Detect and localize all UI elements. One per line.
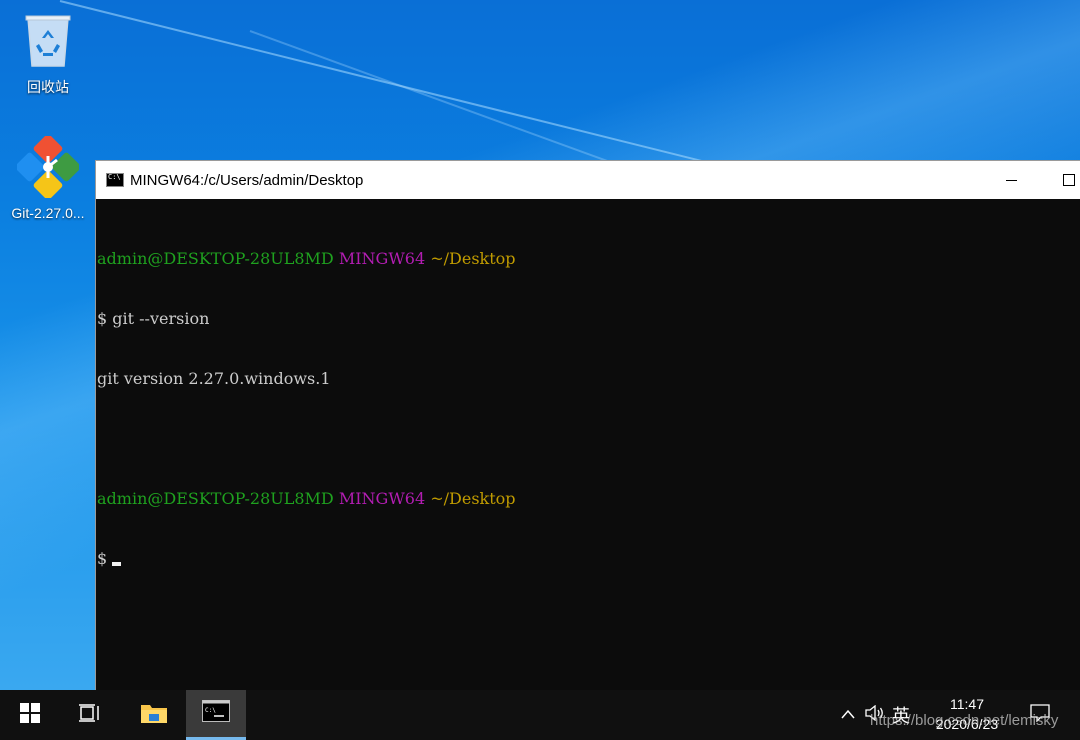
prompt-path: ~/Desktop: [430, 489, 516, 508]
desktop-icon-label: Git-2.27.0...: [11, 205, 85, 221]
minimize-button[interactable]: [988, 161, 1034, 199]
title-bar[interactable]: MINGW64:/c/Users/admin/Desktop: [96, 161, 1080, 199]
maximize-icon: [1063, 174, 1075, 186]
prompt-path: ~/Desktop: [430, 249, 516, 268]
current-input: $: [97, 549, 113, 568]
prompt-line: admin@DESKTOP-28UL8MD MINGW64 ~/Desktop: [97, 489, 1080, 509]
console-icon: [106, 173, 124, 187]
console-icon: C:\: [202, 700, 230, 727]
chevron-up-icon: [841, 706, 855, 724]
git-installer-icon: [4, 134, 92, 201]
prompt-user: admin@DESKTOP-28UL8MD: [97, 249, 334, 268]
show-hidden-icons-button[interactable]: [836, 706, 860, 724]
minimize-icon: [1005, 179, 1017, 181]
task-view-button[interactable]: [62, 690, 118, 740]
desktop-icon-git-installer[interactable]: Git-2.27.0...: [4, 134, 92, 221]
prompt-user: admin@DESKTOP-28UL8MD: [97, 489, 334, 508]
task-view-icon: [79, 703, 101, 728]
recycle-bin-icon: [4, 8, 92, 73]
maximize-button[interactable]: [1046, 161, 1080, 199]
command-line: $ git --version: [97, 309, 210, 328]
text-cursor: [112, 562, 122, 566]
output-line: git version 2.27.0.windows.1: [97, 369, 331, 388]
input-line[interactable]: $: [97, 549, 1080, 569]
windows-logo-icon: [20, 702, 40, 728]
terminal-window[interactable]: MINGW64:/c/Users/admin/Desktop admin@DES…: [95, 160, 1080, 691]
window-title: MINGW64:/c/Users/admin/Desktop: [130, 171, 364, 189]
folder-icon: [140, 701, 168, 730]
clock-time: 11:47: [950, 696, 984, 712]
mingw-taskbar-button[interactable]: C:\: [186, 690, 246, 740]
start-button[interactable]: [0, 690, 60, 740]
desktop-icon-recycle-bin[interactable]: 回收站: [4, 8, 92, 97]
watermark-text: https://blog.csdn.net/lemisky: [870, 712, 1059, 729]
file-explorer-button[interactable]: [126, 690, 182, 740]
prompt-line: admin@DESKTOP-28UL8MD MINGW64 ~/Desktop: [97, 249, 1080, 269]
prompt-env: MINGW64: [338, 249, 426, 268]
svg-text:C:\: C:\: [205, 707, 216, 714]
prompt-env: MINGW64: [338, 489, 426, 508]
terminal-content[interactable]: admin@DESKTOP-28UL8MD MINGW64 ~/Desktop …: [96, 199, 1080, 691]
desktop-icon-label: 回收站: [27, 79, 69, 95]
